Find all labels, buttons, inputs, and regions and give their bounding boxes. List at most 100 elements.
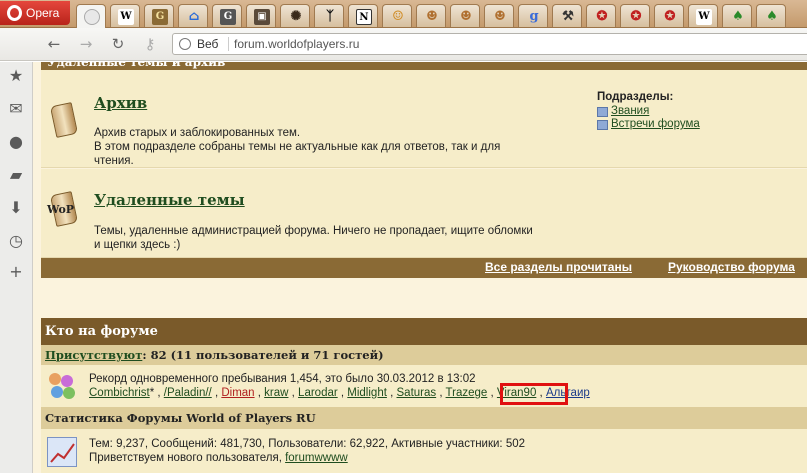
wikipedia-icon-2: W: [696, 9, 712, 25]
tab-gothic[interactable]: G: [144, 4, 174, 27]
face-icon: ☻: [426, 9, 438, 24]
highlight-box: [500, 383, 568, 405]
mail-icon[interactable]: ✉: [6, 99, 26, 119]
site-logo-icon: ▣: [254, 9, 270, 25]
red-emblem-icon: ✪: [596, 9, 608, 24]
add-panel-icon[interactable]: +: [6, 262, 26, 282]
forum-title-deleted[interactable]: Удаленные темы: [94, 191, 245, 209]
notes-icon[interactable]: ▰: [6, 165, 26, 185]
new-user-link[interactable]: forumwwww: [285, 452, 348, 464]
tab-wiki-1[interactable]: W: [110, 4, 140, 27]
user-suffix: *: [149, 387, 155, 399]
home-icon: ⌂: [188, 9, 200, 24]
stats-text: Тем: 9,237, Сообщений: 481,730, Пользова…: [89, 437, 525, 465]
forum-desc-archive: Архив старых и заблокированных тем. В эт…: [94, 126, 594, 168]
smiley-icon: ☺: [392, 9, 404, 24]
user-link-diman[interactable]: Diman: [221, 387, 254, 399]
tab-site-16[interactable]: ✪: [586, 4, 616, 27]
tab-home[interactable]: ⌂: [178, 4, 208, 27]
face-icon-3: ☻: [494, 9, 506, 24]
forward-button[interactable]: →: [76, 34, 96, 54]
present-value: : 82 (11 пользователей и 71 гостей): [142, 348, 384, 362]
forum-desc-deleted-line1: Темы, удаленные администрацией форума. Н…: [94, 225, 533, 237]
web-label: Веб: [197, 37, 219, 51]
url-text[interactable]: forum.worldofplayers.ru: [234, 34, 359, 54]
red-emblem-icon-3: ✪: [664, 9, 676, 24]
present-label[interactable]: Присутствуют: [45, 348, 142, 362]
opera-menu-label: Opera: [26, 6, 60, 20]
key-icon[interactable]: ⚷: [140, 34, 160, 54]
forum-footer-bar: Все разделы прочитаны Руководство форума: [41, 258, 807, 278]
tab-site-15[interactable]: ⚒: [552, 4, 582, 27]
tab-site-11[interactable]: ☻: [416, 4, 446, 27]
whos-online-header: Кто на форуме: [41, 318, 807, 345]
tab-site-8[interactable]: ᛉ: [314, 4, 344, 27]
forum-title-archive[interactable]: Архив: [94, 94, 147, 112]
user-link-trazege[interactable]: Trazege: [446, 387, 488, 399]
mark-all-read-link[interactable]: Все разделы прочитаны: [485, 260, 632, 274]
user-link-combichrist[interactable]: Combichrist: [89, 387, 150, 399]
back-button[interactable]: ←: [44, 34, 64, 54]
stats-welcome-text: Приветствуем нового пользователя,: [89, 452, 286, 464]
green-invader-icon-2: ♠: [766, 9, 778, 24]
url-field[interactable]: Веб forum.worldofplayers.ru: [172, 33, 807, 55]
tab-site-18[interactable]: ✪: [654, 4, 684, 27]
stats-line1: Тем: 9,237, Сообщений: 481,730, Пользова…: [89, 438, 526, 450]
forum-favicon-icon: [84, 9, 100, 25]
red-emblem-icon-2: ✪: [630, 9, 642, 24]
forum-desc-deleted: Темы, удаленные администрацией форума. Н…: [94, 224, 594, 252]
g-logo-icon: G: [220, 9, 236, 25]
google-icon: g: [529, 9, 539, 24]
opera-menu-button[interactable]: Opera: [0, 1, 70, 25]
tab-site-10[interactable]: ☺: [382, 4, 412, 27]
forum-desc-archive-line3: чтения.: [94, 155, 134, 167]
history-clock-icon[interactable]: ◷: [6, 231, 26, 251]
tab-wiki-2[interactable]: W: [688, 4, 718, 27]
reload-button[interactable]: ↻: [108, 34, 128, 54]
opera-logo-icon: [7, 5, 22, 21]
tab-worldofplayers[interactable]: [76, 4, 106, 28]
user-link-paladin[interactable]: /Paladin//: [164, 387, 212, 399]
stats-header: Статистика Форумы World of Players RU: [41, 407, 807, 429]
contacts-icon[interactable]: ●: [6, 132, 26, 152]
address-bar: ← → ↻ ⚷ Веб forum.worldofplayers.ru: [0, 28, 807, 61]
present-bar: Присутствуют: 82 (11 пользователей и 71 …: [41, 345, 807, 365]
downloads-icon[interactable]: ⬇: [6, 198, 26, 218]
wikipedia-icon: W: [118, 9, 134, 25]
tab-bar: Opera W G ⌂ G ▣ ✺ ᛉ N ☺ ☻ ☻ ☻ g ⚒ ✪ ✪ ✪ …: [0, 0, 807, 28]
forum-desc-archive-line1: Архив старых и заблокированных тем.: [94, 127, 301, 139]
gothic-icon: G: [152, 9, 168, 25]
user-link-kraw[interactable]: kraw: [264, 387, 288, 399]
creature-icon: ✺: [290, 9, 302, 24]
bookmarks-star-icon[interactable]: ★: [6, 66, 26, 86]
tab-g-site[interactable]: G: [212, 4, 242, 27]
stats-line2: Приветствуем нового пользователя, forumw…: [89, 451, 525, 465]
url-separator: [228, 37, 229, 51]
forum-guide-link[interactable]: Руководство форума: [668, 260, 795, 274]
tab-site-13[interactable]: ☻: [484, 4, 514, 27]
face-icon-2: ☻: [460, 9, 472, 24]
scroll-icon: [47, 102, 81, 142]
tool-icon: ⚒: [562, 9, 574, 24]
subforums-label: Подразделы:: [597, 91, 674, 103]
user-link-midlight[interactable]: Midlight: [347, 387, 387, 399]
user-link-larodar[interactable]: Larodar: [298, 387, 338, 399]
tab-site-12[interactable]: ☻: [450, 4, 480, 27]
subforums-column-empty: [597, 169, 807, 257]
subforum-link-ranks[interactable]: Звания: [597, 105, 649, 117]
forum-desc-archive-line2: В этом подразделе собраны темы не актуал…: [94, 141, 501, 153]
user-link-saturas[interactable]: Saturas: [397, 387, 437, 399]
browser-sidebar: ★ ✉ ● ▰ ⬇ ◷ +: [0, 62, 33, 473]
tab-site-17[interactable]: ✪: [620, 4, 650, 27]
tab-site-6[interactable]: ▣: [246, 4, 276, 27]
subforum-link-meetings[interactable]: Встречи форума: [597, 118, 700, 130]
whos-online-row: Рекорд одновременного пребывания 1,454, …: [41, 365, 807, 407]
tab-site-21[interactable]: ♠: [756, 4, 786, 27]
tab-site-7[interactable]: ✺: [280, 4, 310, 27]
subforum-ranks-text: Звания: [611, 105, 650, 117]
page-content: Удаленные темы и архив Архив Архив стары…: [33, 62, 807, 473]
tab-site-9[interactable]: N: [348, 4, 378, 27]
stats-row: Тем: 9,237, Сообщений: 481,730, Пользова…: [41, 429, 807, 473]
tab-site-14[interactable]: g: [518, 4, 548, 27]
tab-site-20[interactable]: ♠: [722, 4, 752, 27]
